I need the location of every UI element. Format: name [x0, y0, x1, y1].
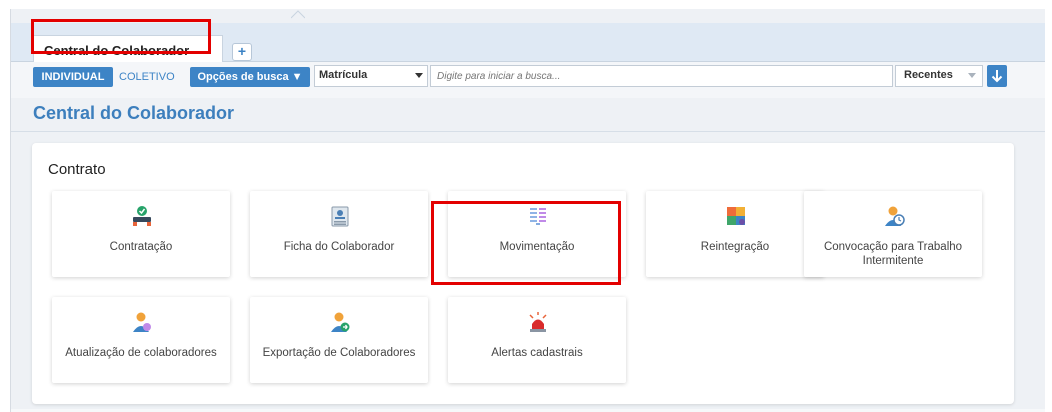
recentes-label: Recentes	[904, 69, 953, 81]
person-export-icon	[331, 312, 350, 332]
section-title: Contrato	[48, 161, 106, 178]
tile-label: Reintegração	[700, 241, 770, 253]
highlight-tab	[31, 19, 211, 54]
chevron-down-icon	[415, 73, 423, 78]
highlight-movimentacao	[431, 201, 621, 285]
recentes-select[interactable]: Recentes	[895, 65, 983, 87]
divider	[11, 131, 1045, 132]
tile-atualizacao[interactable]: Atualização de colaboradores	[52, 297, 230, 383]
search-field-value: Matrícula	[319, 69, 368, 81]
alarm-icon	[529, 312, 547, 332]
arrow-down-icon	[991, 70, 1003, 83]
app-frame: Central do Colaborador + INDIVIDUAL COLE…	[10, 9, 1045, 412]
person-clock-icon	[885, 206, 905, 226]
arrow-down-button[interactable]	[987, 65, 1007, 87]
tile-alertas[interactable]: Alertas cadastrais	[448, 297, 626, 383]
tile-label: Alertas cadastrais	[491, 347, 583, 359]
search-input[interactable]	[430, 65, 893, 87]
tile-label: Exportação de Colaboradores	[262, 347, 416, 359]
tile-reintegracao[interactable]: Reintegração	[646, 191, 824, 277]
coletivo-button[interactable]: COLETIVO	[119, 67, 175, 87]
tile-label: Contratação	[109, 241, 173, 253]
individual-button[interactable]: INDIVIDUAL	[33, 67, 113, 87]
chevron-down-icon	[968, 73, 976, 78]
person-check-icon	[133, 206, 151, 226]
id-card-icon	[331, 206, 349, 227]
tile-contratacao[interactable]: Contratação	[52, 191, 230, 277]
contrato-card: Contrato Contratação Ficha do Colaborado…	[32, 143, 1014, 404]
tile-exportacao[interactable]: Exportação de Colaboradores	[250, 297, 428, 383]
tile-ficha-colaborador[interactable]: Ficha do Colaborador	[250, 191, 428, 277]
tile-convocacao[interactable]: Convocação para Trabalho Intermitente	[804, 191, 982, 277]
notch-decoration	[291, 10, 305, 19]
tile-label: Ficha do Colaborador	[283, 241, 395, 253]
tile-label: Convocação para Trabalho Intermitente	[823, 241, 963, 267]
add-tab-button[interactable]: +	[232, 43, 252, 61]
tile-label: Atualização de colaboradores	[65, 347, 217, 359]
puzzle-icon	[727, 207, 745, 225]
page-title: Central do Colaborador	[33, 103, 235, 123]
search-options-button[interactable]: Opções de busca ▼	[190, 67, 310, 87]
search-field-select[interactable]: Matrícula	[314, 65, 428, 87]
person-refresh-icon	[133, 312, 151, 332]
search-toolbar: INDIVIDUAL COLETIVO Opções de busca ▼ Ma…	[11, 62, 1045, 98]
